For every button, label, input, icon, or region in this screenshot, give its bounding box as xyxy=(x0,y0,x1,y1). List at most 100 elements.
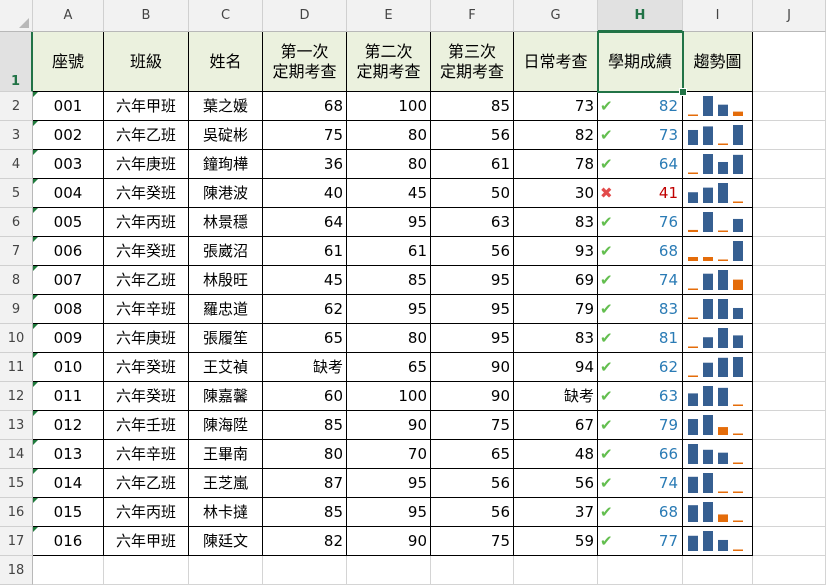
empty-cell[interactable] xyxy=(347,556,431,585)
empty-cell[interactable] xyxy=(753,498,826,527)
daily-cell[interactable]: 缺考 xyxy=(514,382,598,411)
exam-1-cell[interactable]: 85 xyxy=(263,498,347,527)
empty-cell[interactable] xyxy=(753,411,826,440)
class-cell[interactable]: 六年庚班 xyxy=(104,150,189,179)
trend-sparkline-cell[interactable] xyxy=(683,208,753,237)
empty-cell[interactable] xyxy=(753,324,826,353)
trend-sparkline-cell[interactable] xyxy=(683,92,753,121)
name-cell[interactable]: 張崴沼 xyxy=(189,237,263,266)
class-cell[interactable]: 六年庚班 xyxy=(104,324,189,353)
exam-2-cell[interactable]: 61 xyxy=(347,237,431,266)
name-cell[interactable]: 羅忠道 xyxy=(189,295,263,324)
row-header[interactable]: 2 xyxy=(0,92,33,121)
trend-sparkline-cell[interactable] xyxy=(683,382,753,411)
name-cell[interactable]: 張履笙 xyxy=(189,324,263,353)
row-header[interactable]: 14 xyxy=(0,440,33,469)
exam-3-cell[interactable]: 56 xyxy=(431,498,514,527)
header-exam-1[interactable]: 第一次 定期考查 xyxy=(263,32,347,92)
exam-2-cell[interactable]: 95 xyxy=(347,469,431,498)
class-cell[interactable]: 六年乙班 xyxy=(104,469,189,498)
row-header[interactable]: 16 xyxy=(0,498,33,527)
row-header[interactable]: 3 xyxy=(0,121,33,150)
trend-sparkline-cell[interactable] xyxy=(683,469,753,498)
row-header[interactable]: 5 xyxy=(0,179,33,208)
exam-3-cell[interactable]: 50 xyxy=(431,179,514,208)
daily-cell[interactable]: 30 xyxy=(514,179,598,208)
exam-3-cell[interactable]: 65 xyxy=(431,440,514,469)
trend-sparkline-cell[interactable] xyxy=(683,411,753,440)
exam-3-cell[interactable]: 75 xyxy=(431,411,514,440)
empty-cell[interactable] xyxy=(753,295,826,324)
daily-cell[interactable]: 83 xyxy=(514,324,598,353)
exam-2-cell[interactable]: 80 xyxy=(347,324,431,353)
exam-3-cell[interactable]: 75 xyxy=(431,527,514,556)
semester-score-cell[interactable]: ✖ 41 xyxy=(598,179,683,208)
header-seat[interactable]: 座號 xyxy=(33,32,104,92)
row-header[interactable]: 15 xyxy=(0,469,33,498)
trend-sparkline-cell[interactable] xyxy=(683,179,753,208)
exam-3-cell[interactable]: 56 xyxy=(431,469,514,498)
cell-j1[interactable] xyxy=(753,32,826,92)
row-header[interactable]: 11 xyxy=(0,353,33,382)
trend-sparkline-cell[interactable] xyxy=(683,498,753,527)
exam-1-cell[interactable]: 80 xyxy=(263,440,347,469)
name-cell[interactable]: 王畢南 xyxy=(189,440,263,469)
exam-3-cell[interactable]: 90 xyxy=(431,382,514,411)
empty-cell[interactable] xyxy=(33,556,104,585)
daily-cell[interactable]: 93 xyxy=(514,237,598,266)
semester-score-cell[interactable]: ✔ 79 xyxy=(598,411,683,440)
daily-cell[interactable]: 83 xyxy=(514,208,598,237)
seat-cell[interactable]: 006 xyxy=(33,237,104,266)
seat-cell[interactable]: 012 xyxy=(33,411,104,440)
class-cell[interactable]: 六年甲班 xyxy=(104,92,189,121)
exam-1-cell[interactable]: 64 xyxy=(263,208,347,237)
row-header[interactable]: 13 xyxy=(0,411,33,440)
exam-2-cell[interactable]: 80 xyxy=(347,121,431,150)
name-cell[interactable]: 陳港波 xyxy=(189,179,263,208)
daily-cell[interactable]: 82 xyxy=(514,121,598,150)
empty-cell[interactable] xyxy=(753,469,826,498)
exam-2-cell[interactable]: 95 xyxy=(347,208,431,237)
column-header-a[interactable]: A xyxy=(33,0,104,32)
exam-3-cell[interactable]: 56 xyxy=(431,121,514,150)
header-daily[interactable]: 日常考查 xyxy=(514,32,598,92)
header-exam-2[interactable]: 第二次 定期考查 xyxy=(347,32,431,92)
daily-cell[interactable]: 94 xyxy=(514,353,598,382)
name-cell[interactable]: 王芝嵐 xyxy=(189,469,263,498)
exam-2-cell[interactable]: 95 xyxy=(347,295,431,324)
class-cell[interactable]: 六年壬班 xyxy=(104,411,189,440)
trend-sparkline-cell[interactable] xyxy=(683,295,753,324)
name-cell[interactable]: 陳嘉馨 xyxy=(189,382,263,411)
empty-cell[interactable] xyxy=(753,353,826,382)
seat-cell[interactable]: 009 xyxy=(33,324,104,353)
exam-3-cell[interactable]: 85 xyxy=(431,92,514,121)
column-header-g[interactable]: G xyxy=(514,0,598,32)
header-trend-chart[interactable]: 趨勢圖 xyxy=(683,32,753,92)
class-cell[interactable]: 六年乙班 xyxy=(104,121,189,150)
semester-score-cell[interactable]: ✔ 81 xyxy=(598,324,683,353)
exam-2-cell[interactable]: 65 xyxy=(347,353,431,382)
trend-sparkline-cell[interactable] xyxy=(683,440,753,469)
semester-score-cell[interactable]: ✔ 77 xyxy=(598,527,683,556)
seat-cell[interactable]: 014 xyxy=(33,469,104,498)
column-header-e[interactable]: E xyxy=(347,0,431,32)
row-header[interactable]: 4 xyxy=(0,150,33,179)
seat-cell[interactable]: 001 xyxy=(33,92,104,121)
empty-cell[interactable] xyxy=(753,266,826,295)
class-cell[interactable]: 六年辛班 xyxy=(104,440,189,469)
seat-cell[interactable]: 010 xyxy=(33,353,104,382)
semester-score-cell[interactable]: ✔ 82 xyxy=(598,92,683,121)
exam-2-cell[interactable]: 100 xyxy=(347,92,431,121)
class-cell[interactable]: 六年癸班 xyxy=(104,353,189,382)
name-cell[interactable]: 葉之媛 xyxy=(189,92,263,121)
exam-1-cell[interactable]: 45 xyxy=(263,266,347,295)
semester-score-cell[interactable]: ✔ 68 xyxy=(598,498,683,527)
header-name[interactable]: 姓名 xyxy=(189,32,263,92)
seat-cell[interactable]: 007 xyxy=(33,266,104,295)
exam-1-cell[interactable]: 68 xyxy=(263,92,347,121)
name-cell[interactable]: 鐘珣樺 xyxy=(189,150,263,179)
seat-cell[interactable]: 016 xyxy=(33,527,104,556)
trend-sparkline-cell[interactable] xyxy=(683,237,753,266)
semester-score-cell[interactable]: ✔ 74 xyxy=(598,266,683,295)
exam-1-cell[interactable]: 60 xyxy=(263,382,347,411)
